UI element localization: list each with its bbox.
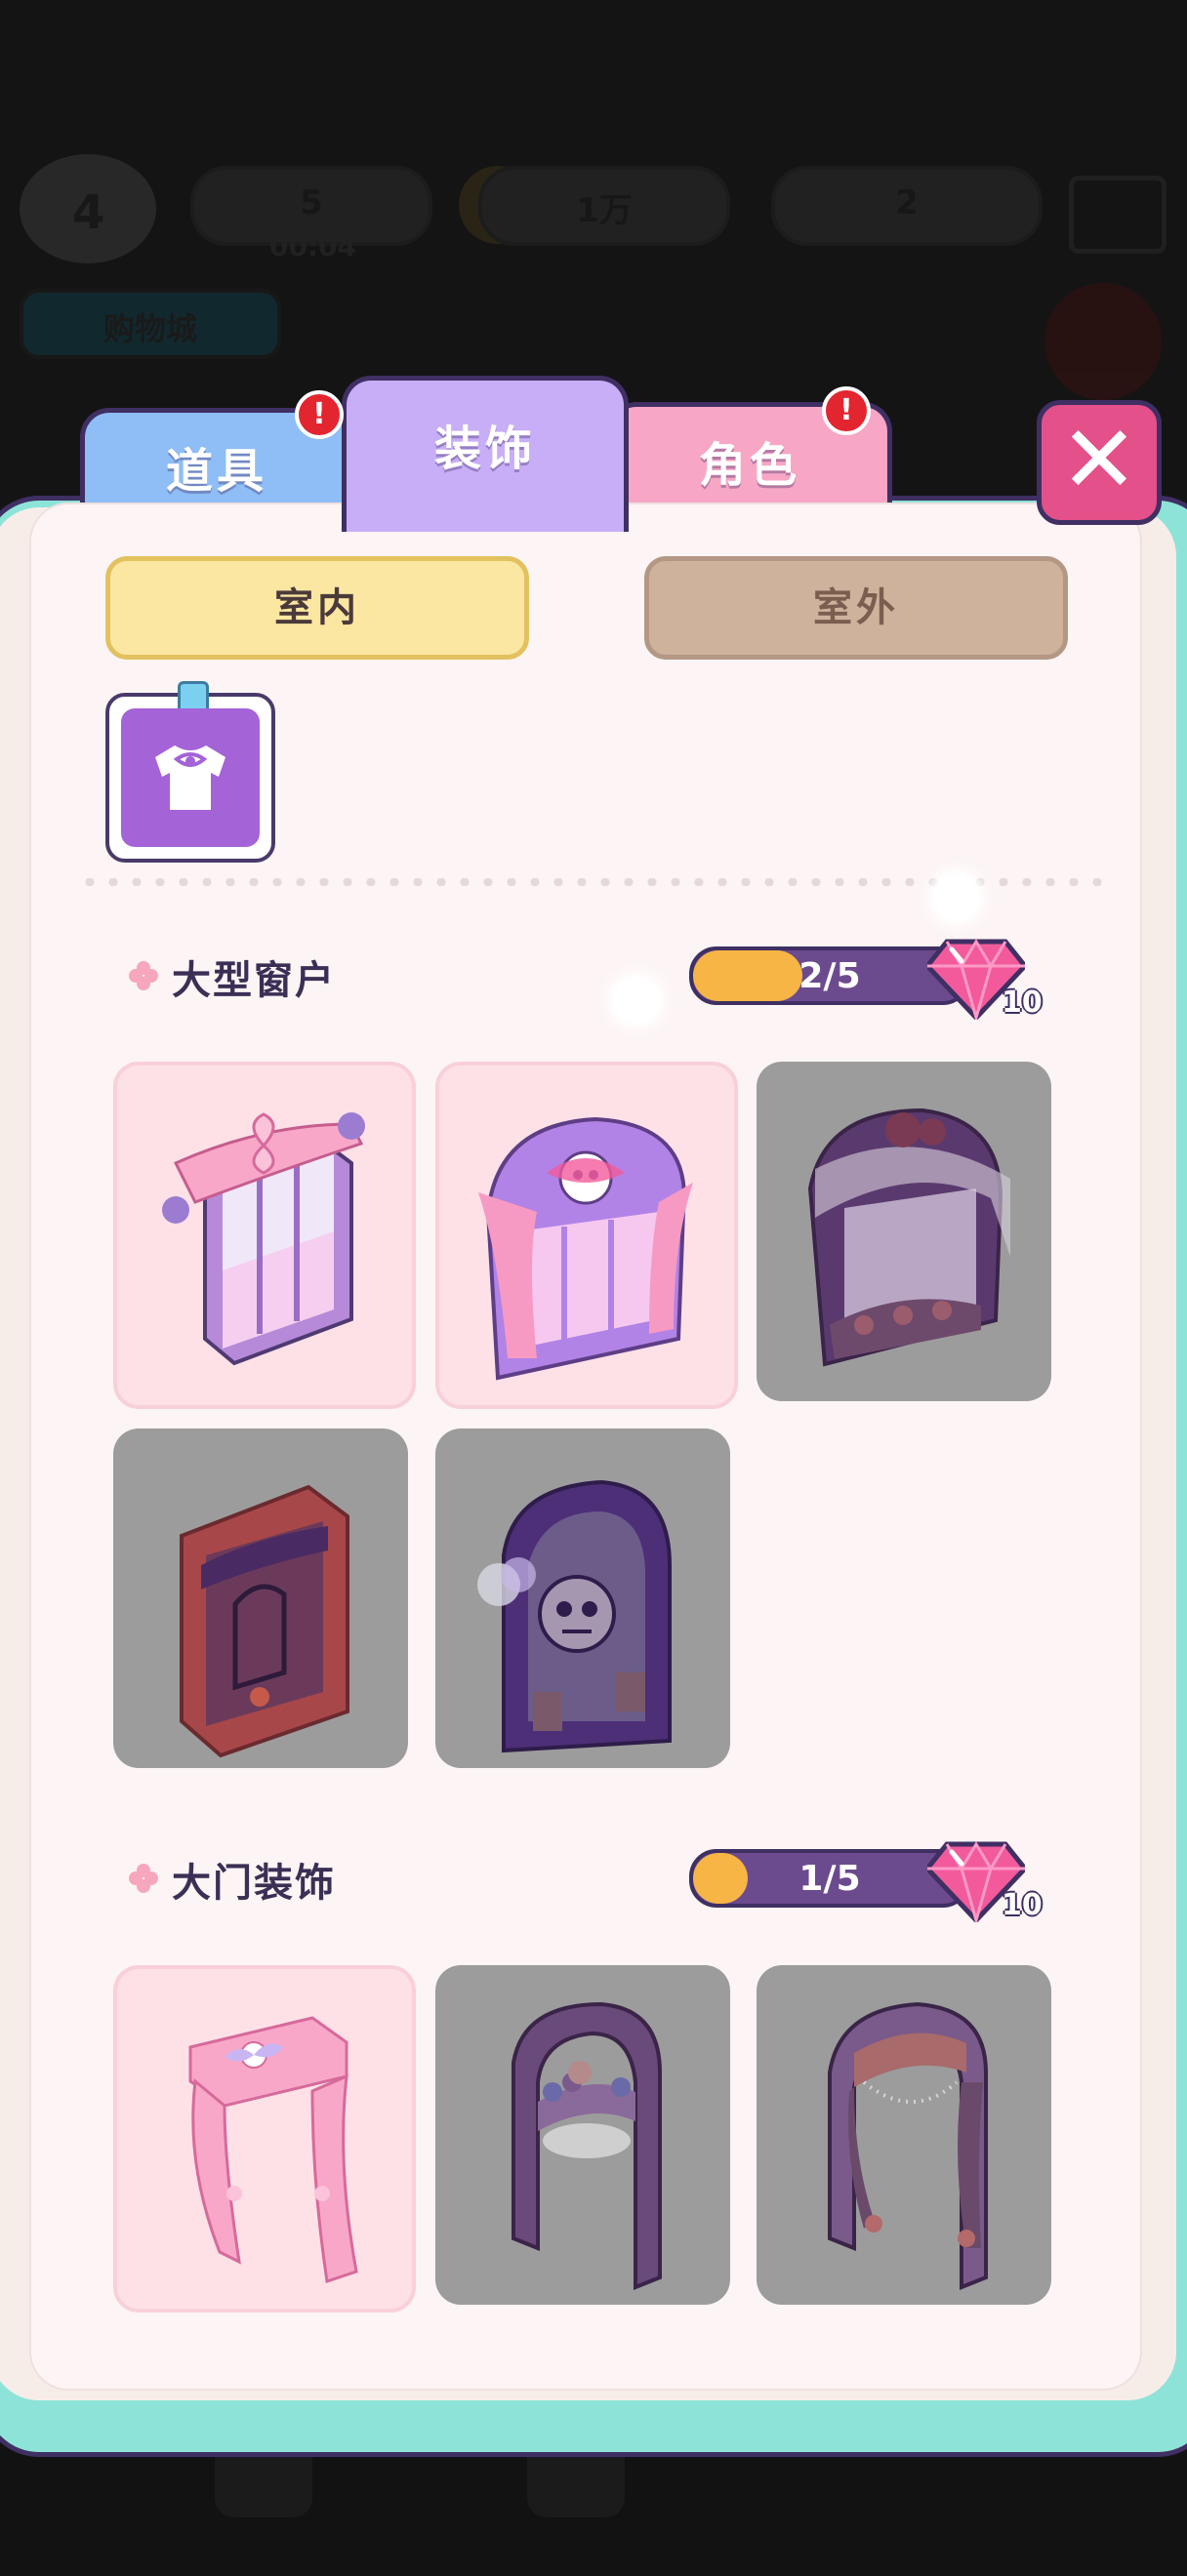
tab-tools-alert-icon: ! [295, 390, 344, 439]
item-card-window-2[interactable] [435, 1062, 738, 1409]
progress-text: 2/5 [798, 956, 861, 996]
pink-curtain-door-icon [188, 2016, 358, 2283]
crimson-window-icon [180, 1484, 349, 1758]
gothic-window-icon [807, 1107, 1010, 1367]
skull-arch-window-icon [477, 1479, 672, 1753]
item-card-window-3-locked[interactable] [757, 1062, 1051, 1401]
section-title-large-windows: 大型窗户 [172, 958, 336, 1003]
section-title-door-decor: 大门装饰 [172, 1861, 336, 1906]
item-card-door-2-locked[interactable] [435, 1965, 730, 2305]
item-card-window-1[interactable] [113, 1062, 416, 1409]
outfit-item-button[interactable] [105, 681, 275, 863]
item-card-door-3-locked[interactable] [757, 1965, 1051, 2305]
item-card-window-5-locked[interactable] [435, 1429, 730, 1768]
flower-icon [129, 1864, 158, 1893]
progress-text: 1/5 [798, 1859, 861, 1899]
subtab-indoor[interactable]: 室内 [105, 556, 529, 660]
close-button[interactable]: ✕ [1037, 400, 1162, 525]
sparkle-effect [918, 859, 996, 937]
close-icon: ✕ [1059, 405, 1139, 514]
item-card-door-1[interactable] [113, 1965, 416, 2313]
rose-arch-door-icon [512, 2001, 662, 2290]
outfit-icon [121, 708, 260, 847]
sparkle-effect [597, 961, 675, 1039]
pearl-curtain-door-icon [828, 2001, 988, 2290]
skull-window-icon [478, 1116, 693, 1381]
flower-icon [129, 961, 158, 990]
item-card-window-4-locked[interactable] [113, 1429, 408, 1768]
tab-characters-alert-icon: ! [822, 386, 871, 435]
subtab-outdoor[interactable]: 室外 [644, 556, 1068, 660]
panel-content: 室内 室外 大型窗户 2/5 10 大门装饰 1/5 10 [0, 0, 1187, 2576]
gem-reward-count: 10 [1002, 986, 1043, 1020]
window-bow-icon [162, 1112, 365, 1366]
gem-reward-count: 10 [1002, 1888, 1043, 1922]
